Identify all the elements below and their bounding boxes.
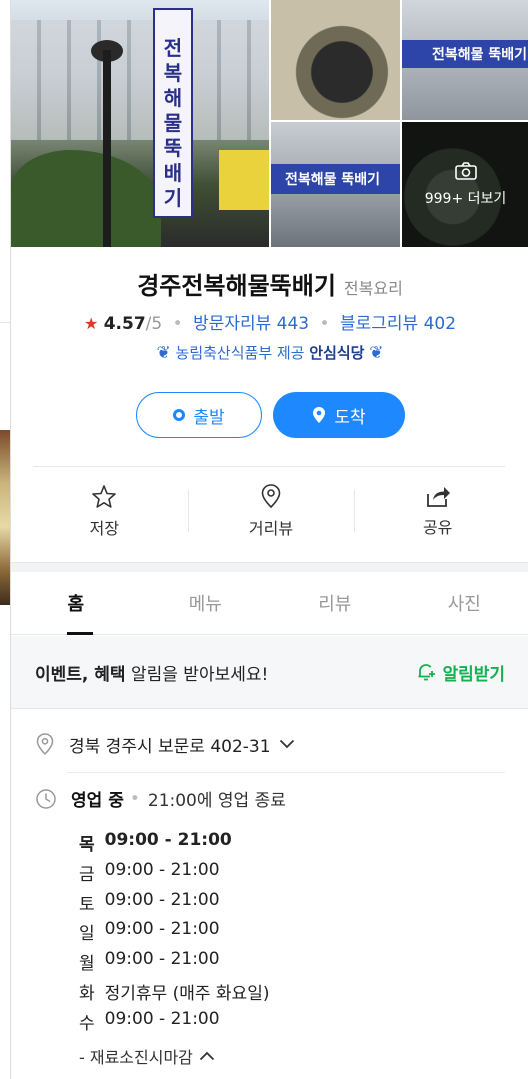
pin-icon — [313, 407, 326, 423]
day-label: 수 — [79, 1013, 95, 1034]
start-dot-icon — [173, 409, 186, 421]
day-hours: 09:00 - 21:00 — [104, 1008, 220, 1029]
subscribe-alert-label: 알림받기 — [442, 664, 505, 685]
blog-reviews-link[interactable]: 블로그리뷰 402 — [340, 314, 456, 334]
hours-header[interactable]: 영업 중 • 21:00에 영업 종료 — [35, 786, 286, 811]
day-hours: 09:00 - 21:00 — [104, 919, 220, 940]
notification-banner: 이벤트, 혜택 알림을 받아보세요! 알림받기 — [11, 636, 528, 709]
street-view-button[interactable]: 거리뷰 — [187, 478, 355, 544]
day-hours: 09:00 - 21:00 — [104, 830, 232, 850]
photo-grid: 전복해물뚝배기 전복해물 뚝배기 전복해물 뚝배기 999+ 더보기 — [11, 0, 528, 247]
cert-provider: 농림축산식품부 제공 — [175, 344, 305, 362]
photo-building-2[interactable]: 전복해물 뚝배기 — [402, 0, 528, 120]
location-pin-icon — [36, 733, 54, 756]
location-pin-icon — [261, 484, 281, 509]
chevron-up-icon — [199, 1051, 215, 1061]
route-arrive-label: 도착 — [334, 407, 366, 428]
closing-note: 21:00에 영업 종료 — [147, 791, 286, 811]
notification-text: 이벤트, 혜택 알림을 받아보세요! — [35, 660, 416, 685]
notification-bold: 이벤트, 혜택 — [35, 664, 126, 685]
sign-text: 전복해물뚝배기 — [163, 36, 183, 210]
place-detail-panel: 전복해물뚝배기 전복해물 뚝배기 전복해물 뚝배기 999+ 더보기 경주전복해… — [10, 0, 528, 1079]
title-row: 경주전복해물뚝배기 전복요리 — [11, 266, 528, 301]
more-photos-label: 999+ 더보기 — [424, 190, 507, 207]
open-status: 영업 중 — [71, 791, 124, 811]
tab-reviews[interactable]: 리뷰 — [270, 572, 400, 634]
day-label: 월 — [79, 954, 95, 975]
rating-max: /5 — [145, 314, 163, 334]
address-row[interactable]: 경북 경주시 보문로 402-31 — [35, 728, 505, 760]
background-map-list — [0, 0, 10, 1079]
divider — [67, 772, 505, 773]
rating-score: 4.57 — [103, 314, 146, 334]
day-label: 화 — [79, 983, 95, 1004]
hours-row: 수 09:00 - 21:00 — [79, 1009, 269, 1039]
more-photos-button[interactable]: 999+ 더보기 — [402, 122, 528, 247]
photo-building-3[interactable]: 전복해물 뚝배기 — [271, 122, 400, 247]
action-bar: 저장 거리뷰 공유 — [21, 478, 521, 544]
certification-badge[interactable]: ❦ 농림축산식품부 제공 안심식당 ❦ — [11, 342, 528, 363]
background-thumbnail — [0, 430, 10, 605]
share-icon — [426, 487, 450, 507]
share-label: 공유 — [422, 518, 453, 537]
cert-badge-label: 안심식당 — [309, 344, 365, 362]
star-icon: ★ — [83, 314, 99, 333]
page: 전복해물뚝배기 전복해물 뚝배기 전복해물 뚝배기 999+ 더보기 경주전복해… — [0, 0, 528, 1079]
route-start-label: 출발 — [193, 407, 225, 428]
day-hours: 09:00 - 21:00 — [104, 889, 220, 910]
banner-text: 전복해물 뚝배기 — [285, 172, 381, 188]
tab-photos[interactable]: 사진 — [400, 572, 528, 634]
hours-row: 일 09:00 - 21:00 — [79, 919, 269, 949]
laurel-left-icon: ❦ — [156, 343, 171, 363]
day-label: 금 — [79, 864, 95, 885]
hours-row: 월 09:00 - 21:00 — [79, 949, 269, 979]
day-label: 목 — [79, 835, 95, 855]
banner-text: 전복해물 뚝배기 — [432, 47, 528, 63]
day-label: 토 — [79, 894, 95, 915]
save-button[interactable]: 저장 — [21, 478, 188, 544]
hours-row: 목 09:00 - 21:00 — [79, 830, 269, 860]
visitor-reviews-link[interactable]: 방문자리뷰 443 — [193, 314, 309, 334]
share-button[interactable]: 공유 — [354, 478, 521, 544]
save-label: 저장 — [89, 518, 120, 538]
hours-row: 금 09:00 - 21:00 — [79, 860, 269, 890]
day-hours: 09:00 - 21:00 — [104, 859, 220, 880]
tab-menu[interactable]: 메뉴 — [141, 572, 271, 634]
tab-home[interactable]: 홈 — [11, 572, 141, 635]
place-name: 경주전복해물뚝배기 — [137, 272, 336, 300]
place-category: 전복요리 — [343, 279, 403, 298]
day-hours: 09:00 - 21:00 — [104, 949, 220, 970]
divider — [0, 322, 10, 323]
clock-icon — [36, 788, 56, 809]
route-arrive-button[interactable]: 도착 — [273, 392, 405, 438]
street-view-label: 거리뷰 — [248, 519, 294, 538]
tab-bar: 홈 메뉴 리뷰 사진 — [11, 572, 528, 635]
photo-main[interactable]: 전복해물뚝배기 — [11, 0, 269, 247]
star-outline-icon — [92, 484, 117, 508]
divider — [33, 466, 505, 467]
hours-list: 목 09:00 - 21:00 금 09:00 - 21:00 토 09:00 - 2… — [79, 830, 269, 1039]
extra-note-text: - 재료소진시마감 — [79, 1048, 193, 1067]
subscribe-alert-button[interactable]: 알림받기 — [416, 660, 505, 685]
bell-plus-icon — [418, 664, 436, 681]
day-hours: 정기휴무 (매주 화요일) — [104, 983, 270, 1004]
day-label: 일 — [79, 924, 95, 945]
route-start-button[interactable]: 출발 — [136, 392, 262, 438]
photo-food-1[interactable] — [271, 0, 400, 120]
camera-icon — [454, 161, 477, 180]
section-gap — [11, 562, 528, 572]
hours-row: 화 정기휴무 (매주 화요일) — [79, 979, 269, 1009]
hours-extra-note[interactable]: - 재료소진시마감 — [79, 1044, 215, 1068]
hours-row: 토 09:00 - 21:00 — [79, 890, 269, 920]
notification-body: 알림을 받아보세요! — [125, 664, 269, 685]
address-text: 경북 경주시 보문로 402-31 — [69, 736, 271, 757]
chevron-down-icon — [279, 739, 294, 749]
laurel-right-icon: ❦ — [369, 343, 384, 363]
rating-row: ★ 4.57/5 • 방문자리뷰 443 • 블로그리뷰 402 — [83, 314, 457, 334]
